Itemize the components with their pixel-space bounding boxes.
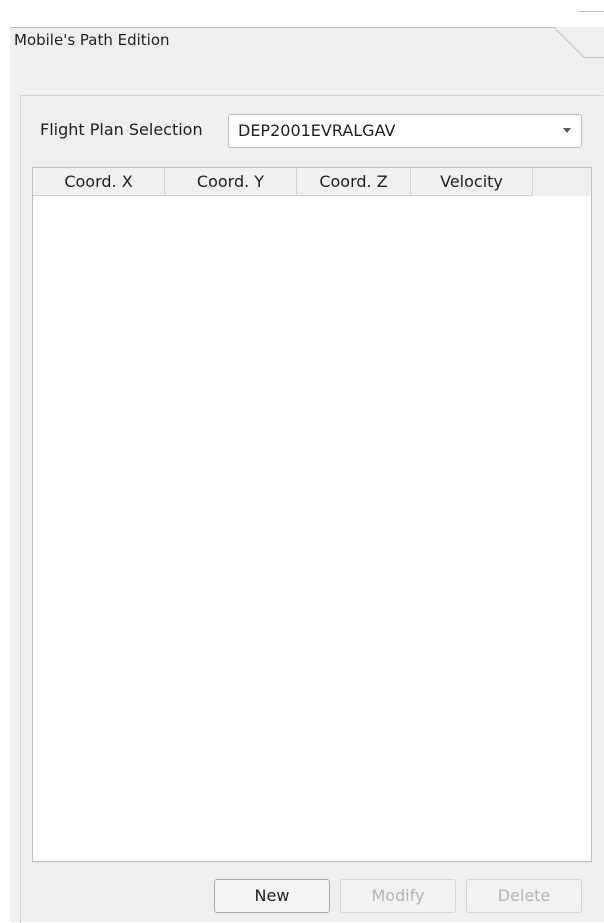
new-button[interactable]: New (214, 879, 330, 913)
tab-mobile-path-edition[interactable]: Mobile's Path Edition (14, 31, 170, 49)
delete-button[interactable]: Delete (466, 879, 582, 913)
chevron-down-icon (563, 128, 571, 133)
flight-plan-select[interactable]: DEP2001EVRALGAV (228, 114, 582, 148)
path-table[interactable]: Coord. X Coord. Y Coord. Z Velocity (32, 167, 592, 862)
column-header-velocity[interactable]: Velocity (411, 168, 533, 196)
table-header: Coord. X Coord. Y Coord. Z Velocity (33, 168, 591, 196)
column-header-coord-x[interactable]: Coord. X (33, 168, 165, 196)
flight-plan-selected-value: DEP2001EVRALGAV (238, 121, 396, 140)
window: Mobile's Path Edition Flight Plan Select… (0, 0, 604, 923)
tab-edge-line (578, 11, 604, 12)
flight-plan-label: Flight Plan Selection (40, 120, 203, 139)
column-header-coord-y[interactable]: Coord. Y (165, 168, 297, 196)
modify-button[interactable]: Modify (340, 879, 456, 913)
column-header-coord-z[interactable]: Coord. Z (297, 168, 411, 196)
